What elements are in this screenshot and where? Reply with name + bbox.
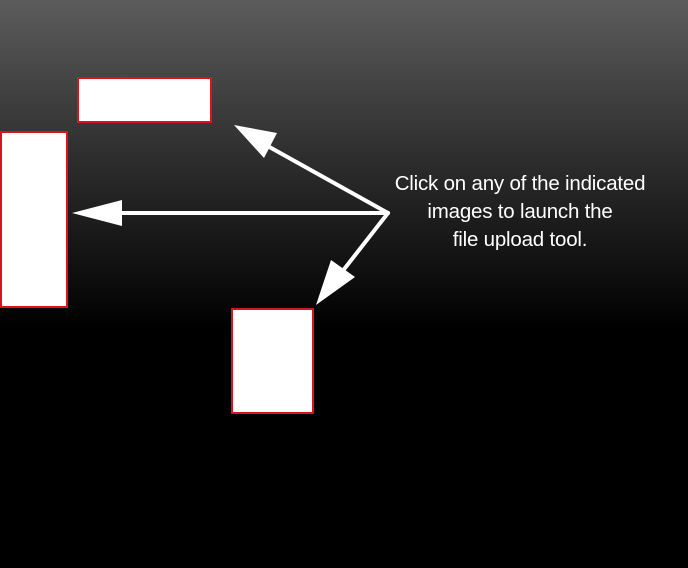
upload-instructions: Click on any of the indicated images to … xyxy=(362,170,678,254)
instructions-line-3: file upload tool. xyxy=(452,228,588,251)
instructions-line-2: images to launch the xyxy=(427,200,613,223)
image-slot-left[interactable] xyxy=(0,131,68,308)
instructions-line-1: Click on any of the indicated xyxy=(394,172,646,195)
image-slot-top[interactable] xyxy=(77,77,212,123)
arrow-to-left-slot-icon xyxy=(72,200,390,226)
image-slot-bottom[interactable] xyxy=(231,308,314,414)
